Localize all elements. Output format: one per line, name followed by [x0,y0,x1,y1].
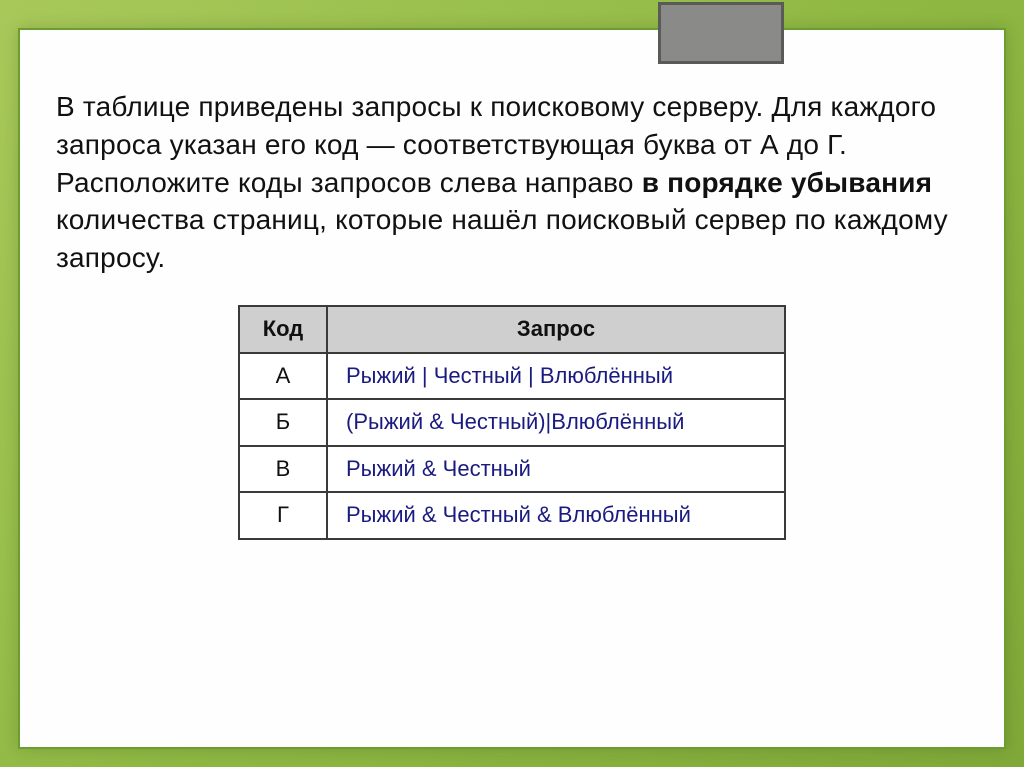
cell-query: Рыжий & Честный & Влюблённый [327,492,785,539]
table-header-row: Код Запрос [239,306,785,353]
cell-code: Б [239,399,327,446]
cell-query: Рыжий | Честный | Влюблённый [327,353,785,400]
table-row: Б (Рыжий & Честный)|Влюблённый [239,399,785,446]
cell-code: Г [239,492,327,539]
question-bold: в порядке убывания [642,167,932,198]
cell-code: А [239,353,327,400]
question-part2: количества страниц, которые нашёл поиско… [56,204,948,273]
content-area: В таблице приведены запросы к поисковому… [20,30,1004,560]
table-row: В Рыжий & Честный [239,446,785,493]
decorative-tab [658,2,784,64]
table-container: Код Запрос А Рыжий | Честный | Влюблённы… [56,305,968,540]
header-query: Запрос [327,306,785,353]
cell-query: (Рыжий & Честный)|Влюблённый [327,399,785,446]
query-table: Код Запрос А Рыжий | Честный | Влюблённы… [238,305,786,540]
slide-card: В таблице приведены запросы к поисковому… [18,28,1006,749]
question-text: В таблице приведены запросы к поисковому… [56,88,968,277]
cell-query: Рыжий & Честный [327,446,785,493]
cell-code: В [239,446,327,493]
table-row: А Рыжий | Честный | Влюблённый [239,353,785,400]
table-row: Г Рыжий & Честный & Влюблённый [239,492,785,539]
header-code: Код [239,306,327,353]
